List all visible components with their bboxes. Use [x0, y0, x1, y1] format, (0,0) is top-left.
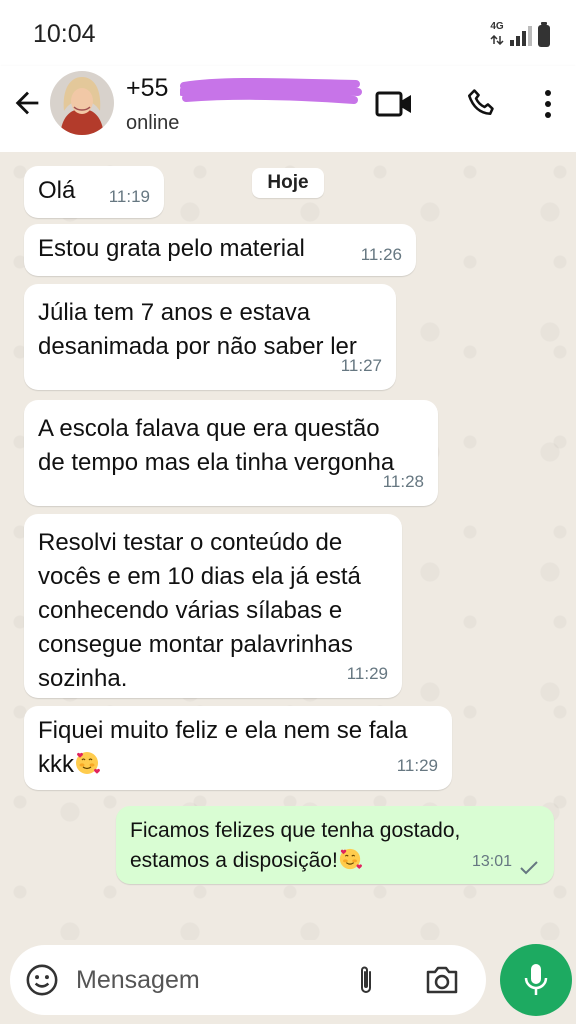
mic-button[interactable] — [500, 944, 572, 1016]
smiling-face-with-hearts-icon — [339, 848, 362, 870]
message-text: Resolvi testar o conteúdo de vocês e em … — [38, 529, 361, 692]
more-vert-icon[interactable] — [538, 84, 558, 124]
mic-icon — [524, 964, 548, 995]
message-time: 11:28 — [382, 472, 424, 491]
message-text: Júlia tem 7 anos e estava desanimada por… — [38, 299, 357, 360]
message-bubble-incoming[interactable]: Fiquei muito feliz e ela nem se fala kkk… — [24, 706, 452, 790]
battery-icon — [538, 22, 550, 47]
message-text: Olá — [38, 177, 76, 204]
message-bubble-incoming[interactable]: Resolvi testar o conteúdo de vocês e em … — [24, 514, 402, 698]
message-time: 11:19 — [108, 187, 150, 206]
network-indicator: 4G — [490, 22, 504, 50]
message-time: 11:27 — [340, 356, 382, 375]
chat-area[interactable]: Hoje Olá 11:19 Estou grata pelo material… — [0, 152, 576, 940]
message-input-bar — [10, 945, 486, 1015]
avatar[interactable] — [50, 71, 114, 135]
message-time: 11:26 — [360, 245, 402, 264]
network-label: 4G — [490, 21, 504, 32]
message-bubble-incoming[interactable]: Júlia tem 7 anos e estava desanimada por… — [24, 284, 396, 390]
video-call-icon[interactable] — [374, 84, 414, 124]
message-text: Estou grata pelo material — [38, 235, 305, 262]
message-text: Fiquei muito feliz e ela nem se fala kkk — [38, 714, 408, 782]
message-bubble-incoming[interactable]: Estou grata pelo material 11:26 — [24, 224, 416, 276]
message-text: Ficamos felizes que tenha gostado, estam… — [130, 816, 460, 876]
chat-header: +55 online — [0, 66, 576, 152]
status-bar: 10:04 4G — [0, 0, 576, 66]
message-text: A escola falava que era questão de tempo… — [38, 415, 395, 476]
status-icons: 4G — [490, 22, 550, 50]
message-input[interactable] — [76, 957, 326, 1003]
camera-icon[interactable] — [424, 962, 460, 998]
attach-icon[interactable] — [348, 962, 384, 998]
smiling-face-with-hearts-icon — [76, 752, 100, 774]
contact-status: online — [126, 112, 180, 134]
emoji-icon[interactable] — [24, 962, 60, 998]
data-arrows-icon — [490, 34, 504, 46]
signal-icon — [510, 26, 532, 46]
message-time: 11:29 — [396, 756, 438, 775]
redaction-scribble — [180, 78, 362, 104]
message-time: 13:01 — [471, 853, 512, 870]
message-time: 11:29 — [346, 664, 388, 683]
contact-name[interactable]: +55 — [126, 74, 168, 103]
message-text-content: Ficamos felizes que tenha gostado, estam… — [130, 819, 461, 872]
message-bubble-incoming[interactable]: A escola falava que era questão de tempo… — [24, 400, 438, 506]
status-time: 10:04 — [33, 20, 96, 48]
sent-check-icon — [520, 861, 538, 875]
message-bubble-outgoing[interactable]: Ficamos felizes que tenha gostado, estam… — [116, 806, 554, 884]
message-bubble-incoming[interactable]: Olá 11:19 — [24, 166, 164, 218]
back-arrow-icon[interactable] — [10, 86, 44, 120]
phone-icon[interactable] — [462, 84, 502, 124]
date-chip: Hoje — [252, 168, 324, 198]
